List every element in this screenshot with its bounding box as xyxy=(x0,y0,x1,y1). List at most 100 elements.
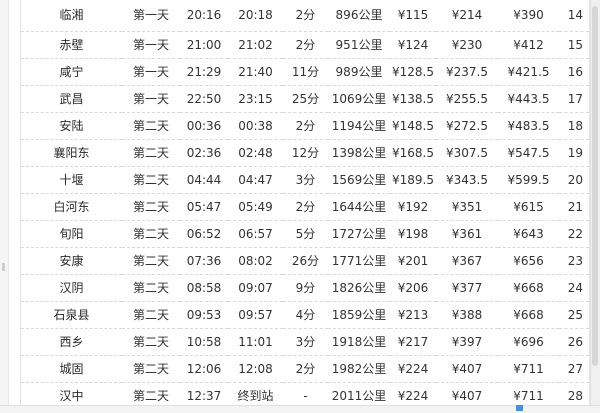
cell-stop: 11分 xyxy=(283,58,328,86)
cell-distance: 1727公里 xyxy=(328,220,390,248)
cell-price3: ¥390 xyxy=(498,0,559,32)
left-panel-edge xyxy=(0,0,9,412)
cell-station: 安康 xyxy=(21,247,122,275)
cell-depart: 02:48 xyxy=(228,139,283,167)
cell-price2: ¥343.5 xyxy=(436,166,498,194)
cell-price3: ¥696 xyxy=(498,328,559,356)
cell-station: 安陆 xyxy=(21,112,122,140)
cell-stop: 3分 xyxy=(283,166,328,194)
cell-stop: 3分 xyxy=(283,328,328,356)
cell-stop: 2分 xyxy=(283,193,328,221)
cell-price2: ¥272.5 xyxy=(436,112,498,140)
cell-station: 临湘 xyxy=(21,0,122,32)
cell-price2: ¥407 xyxy=(436,355,498,383)
cell-depart: 21:40 xyxy=(228,58,283,86)
cell-arrive: 20:16 xyxy=(180,0,228,32)
table-row: 汉阴 第二天 08:58 09:07 9分 1826公里 ¥206 ¥377 ¥668 24 xyxy=(21,274,589,302)
cell-arrive: 22:50 xyxy=(180,85,228,113)
cell-price3: ¥443.5 xyxy=(498,85,559,113)
cell-depart: 12:08 xyxy=(228,355,283,383)
cell-price1: ¥198 xyxy=(390,220,436,248)
cell-price1: ¥192 xyxy=(390,193,436,221)
cell-day: 第二天 xyxy=(122,139,180,167)
cell-price2: ¥214 xyxy=(436,0,498,32)
cell-arrive: 21:00 xyxy=(180,31,228,59)
cell-price1: ¥224 xyxy=(390,355,436,383)
cell-day: 第二天 xyxy=(122,112,180,140)
cell-price3: ¥668 xyxy=(498,274,559,302)
cell-index: 20 xyxy=(559,166,589,194)
cell-price1: ¥189.5 xyxy=(390,166,436,194)
cell-price3: ¥599.5 xyxy=(498,166,559,194)
cell-price3: ¥643 xyxy=(498,220,559,248)
table-row: 旬阳 第二天 06:52 06:57 5分 1727公里 ¥198 ¥361 ¥643 22 xyxy=(21,220,589,248)
cell-index: 25 xyxy=(559,301,589,329)
cell-stop: 26分 xyxy=(283,247,328,275)
cell-distance: 1644公里 xyxy=(328,193,390,221)
cell-depart: 11:01 xyxy=(228,328,283,356)
table-row: 赤壁 第一天 21:00 21:02 2分 951公里 ¥124 ¥230 ¥412 15 xyxy=(21,31,589,59)
cell-arrive: 12:06 xyxy=(180,355,228,383)
cell-arrive: 21:29 xyxy=(180,58,228,86)
cell-distance: 951公里 xyxy=(328,31,390,59)
cell-index: 22 xyxy=(559,220,589,248)
table-row: 临湘 第一天 20:16 20:18 2分 896公里 ¥115 ¥214 ¥390 14 xyxy=(21,0,589,32)
cell-depart: 05:49 xyxy=(228,193,283,221)
cell-station: 赤壁 xyxy=(21,31,122,59)
cell-stop: 2分 xyxy=(283,355,328,383)
cell-price1: ¥201 xyxy=(390,247,436,275)
cell-station: 十堰 xyxy=(21,166,122,194)
cell-distance: 1826公里 xyxy=(328,274,390,302)
cell-price3: ¥668 xyxy=(498,301,559,329)
cell-station: 旬阳 xyxy=(21,220,122,248)
cell-day: 第一天 xyxy=(122,31,180,59)
cell-stop: 5分 xyxy=(283,220,328,248)
cell-index: 16 xyxy=(559,58,589,86)
cell-price3: ¥656 xyxy=(498,247,559,275)
cell-day: 第二天 xyxy=(122,220,180,248)
cell-price2: ¥388 xyxy=(436,301,498,329)
cell-index: 24 xyxy=(559,274,589,302)
cell-depart: 08:02 xyxy=(228,247,283,275)
cell-day: 第二天 xyxy=(122,301,180,329)
vertical-scrollbar-thumb[interactable] xyxy=(592,6,598,366)
cell-price2: ¥397 xyxy=(436,328,498,356)
cell-price3: ¥615 xyxy=(498,193,559,221)
cell-price3: ¥711 xyxy=(498,355,559,383)
table-row: 咸宁 第一天 21:29 21:40 11分 989公里 ¥128.5 ¥237.5 ¥421.… xyxy=(21,58,589,86)
cell-depart: 06:57 xyxy=(228,220,283,248)
cell-distance: 1069公里 xyxy=(328,85,390,113)
table-row: 安康 第二天 07:36 08:02 26分 1771公里 ¥201 ¥367 ¥656 23 xyxy=(21,247,589,275)
cell-day: 第一天 xyxy=(122,58,180,86)
cell-index: 21 xyxy=(559,193,589,221)
cell-distance: 1918公里 xyxy=(328,328,390,356)
cell-stop: 4分 xyxy=(283,301,328,329)
table-row: 安陆 第二天 00:36 00:38 2分 1194公里 ¥148.5 ¥272.5 ¥483.… xyxy=(21,112,589,140)
cell-station: 汉阴 xyxy=(21,274,122,302)
timetable-container: 临湘 第一天 20:16 20:18 2分 896公里 ¥115 ¥214 ¥390 14 赤壁 第一… xyxy=(20,0,590,410)
cell-arrive: 10:58 xyxy=(180,328,228,356)
cell-index: 17 xyxy=(559,85,589,113)
table-row: 十堰 第二天 04:44 04:47 3分 1569公里 ¥189.5 ¥343.5 ¥599.… xyxy=(21,166,589,194)
cell-distance: 1194公里 xyxy=(328,112,390,140)
table-row: 石泉县 第二天 09:53 09:57 4分 1859公里 ¥213 ¥388 ¥668 25 xyxy=(21,301,589,329)
cell-price2: ¥230 xyxy=(436,31,498,59)
cell-depart: 09:57 xyxy=(228,301,283,329)
cell-price1: ¥217 xyxy=(390,328,436,356)
cell-price1: ¥168.5 xyxy=(390,139,436,167)
cell-index: 15 xyxy=(559,31,589,59)
cell-price3: ¥547.5 xyxy=(498,139,559,167)
cell-stop: 2分 xyxy=(283,0,328,32)
table-row: 白河东 第二天 05:47 05:49 2分 1644公里 ¥192 ¥351 ¥615 21 xyxy=(21,193,589,221)
cell-index: 19 xyxy=(559,139,589,167)
cell-station: 咸宁 xyxy=(21,58,122,86)
cell-day: 第一天 xyxy=(122,85,180,113)
cell-price3: ¥421.5 xyxy=(498,58,559,86)
cell-price2: ¥377 xyxy=(436,274,498,302)
cell-stop: 2分 xyxy=(283,112,328,140)
cell-price1: ¥138.5 xyxy=(390,85,436,113)
cell-stop: 12分 xyxy=(283,139,328,167)
cell-price3: ¥483.5 xyxy=(498,112,559,140)
cell-index: 14 xyxy=(559,0,589,32)
cell-arrive: 06:52 xyxy=(180,220,228,248)
